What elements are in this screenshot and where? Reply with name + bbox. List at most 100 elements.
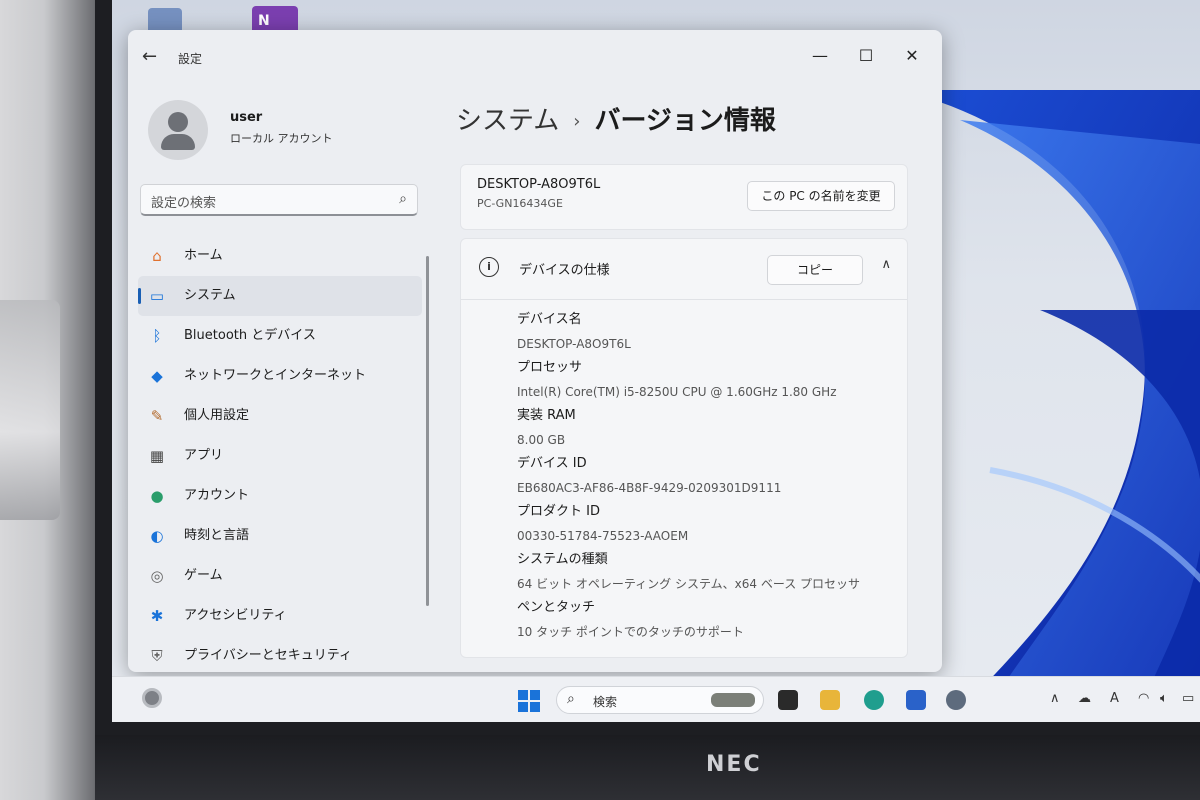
laptop-bottom-bezel [95, 735, 1200, 800]
battery-icon[interactable]: ▭ [1182, 691, 1194, 706]
spec-label: 実装 RAM [517, 408, 576, 423]
globe-icon: ◐ [150, 527, 164, 545]
sidebar-item-label: アクセシビリティ [184, 608, 287, 623]
device-specs-card: i デバイスの仕様 コピー ∧ デバイス名 DESKTOP-A8O9T6L プロセッ… [460, 238, 908, 658]
sidebar-item[interactable]: ◐ 時刻と言語 [138, 516, 422, 556]
settings-window: ← 設定 — ☐ ✕ user ローカル アカウント 設定の検索 ⌕ ⌂ ホーム ▭… [128, 30, 942, 672]
minimize-icon[interactable]: — [808, 46, 832, 65]
store-icon[interactable] [906, 690, 926, 710]
spec-label: デバイス名 [517, 312, 582, 327]
breadcrumb-parent[interactable]: システム [456, 106, 559, 136]
taskbar-search-label: 検索 [593, 695, 618, 709]
sidebar-item[interactable]: ● アカウント [138, 476, 422, 516]
screen: N ← 設定 — ☐ ✕ user ローカル アカウント 設定の検索 ⌕ ⌂ ホー… [112, 0, 1200, 722]
taskbar: ⌕ 検索 ∧ ☁ A ◠ 🔈︎ ▭ [112, 676, 1200, 722]
sidebar-item[interactable]: ᛒ Bluetooth とデバイス [138, 316, 422, 356]
spec-row: 実装 RAM 8.00 GB [517, 405, 897, 453]
sidebar-scrollbar[interactable] [426, 256, 429, 606]
apps-icon: ▦ [149, 447, 165, 465]
spec-value: 10 タッチ ポイントでのタッチのサポート [517, 625, 744, 639]
spec-value: 00330-51784-75523-AAOEM [517, 529, 689, 543]
spec-row: プロセッサ Intel(R) Core(TM) i5-8250U CPU @ 1.… [517, 357, 897, 405]
device-specs-header[interactable]: i デバイスの仕様 コピー ∧ [461, 239, 907, 300]
spec-row: システムの種類 64 ビット オペレーティング システム、x64 ベース プロセッ… [517, 549, 897, 597]
spec-label: プロセッサ [517, 360, 583, 375]
edge-icon[interactable] [864, 690, 884, 710]
shield-icon: ⛨ [151, 647, 163, 665]
copy-button[interactable]: コピー [767, 255, 863, 285]
start-icon[interactable] [518, 690, 540, 712]
sidebar-item[interactable]: ▭ システム [138, 276, 422, 316]
spec-value: 8.00 GB [517, 433, 566, 447]
gamepad-icon: ◎ [150, 567, 164, 585]
tray-chevron-icon[interactable]: ∧ [1050, 691, 1060, 706]
search-placeholder: 設定の検索 [151, 196, 217, 211]
sidebar-item[interactable]: ▦ アプリ [138, 436, 422, 476]
background-wall [0, 0, 110, 800]
system-icon: ▭ [149, 287, 165, 305]
spec-value: DESKTOP-A8O9T6L [517, 337, 631, 351]
laptop-brand-logo: NEC [706, 752, 762, 777]
account-type: ローカル アカウント [230, 132, 333, 145]
sidebar-nav: ⌂ ホーム ▭ システム ᛒ Bluetooth とデバイス ◆ ネットワークとインターネット… [138, 236, 422, 672]
info-icon: i [479, 257, 499, 277]
volume-icon[interactable]: 🔈︎ [1160, 691, 1168, 706]
search-icon: ⌕ [567, 691, 575, 707]
spec-row: デバイス名 DESKTOP-A8O9T6L [517, 309, 897, 357]
bluetooth-icon: ᛒ [152, 327, 162, 345]
sidebar-item[interactable]: ◆ ネットワークとインターネット [138, 356, 422, 396]
sidebar-item-label: ネットワークとインターネット [184, 368, 367, 383]
breadcrumb: システム › バージョン情報 [456, 100, 776, 137]
spec-value: EB680AC3-AF86-4B8F-9429-0209301D9111 [517, 481, 782, 495]
user-name: user [230, 110, 263, 125]
sidebar-item-label: ゲーム [184, 568, 223, 583]
spec-row: デバイス ID EB680AC3-AF86-4B8F-9429-0209301D9… [517, 453, 897, 501]
sidebar-item[interactable]: ✱ アクセシビリティ [138, 596, 422, 636]
device-specs-title: デバイスの仕様 [519, 263, 610, 278]
spec-label: ペンとタッチ [517, 600, 596, 615]
ime-indicator[interactable]: A [1110, 691, 1119, 706]
search-input[interactable]: 設定の検索 ⌕ [140, 184, 418, 216]
title-bar: ← 設定 — ☐ ✕ [128, 30, 942, 82]
widgets-icon[interactable] [142, 688, 162, 708]
rename-pc-button[interactable]: この PC の名前を変更 [747, 181, 895, 211]
cloud-icon[interactable]: ☁ [1078, 691, 1091, 706]
avatar [148, 100, 208, 160]
sidebar-item-label: アカウント [184, 488, 250, 503]
back-arrow-icon[interactable]: ← [142, 46, 157, 67]
chevron-right-icon: › [573, 111, 581, 132]
spec-value: 64 ビット オペレーティング システム、x64 ベース プロセッサ [517, 577, 861, 591]
spec-label: プロダクト ID [517, 504, 600, 519]
page-title: バージョン情報 [594, 106, 776, 136]
sidebar-item[interactable]: ⌂ ホーム [138, 236, 422, 276]
wifi-icon: ◆ [151, 367, 163, 385]
wifi-icon[interactable]: ◠ [1138, 691, 1149, 706]
task-view-icon[interactable] [778, 690, 798, 710]
brush-icon: ✎ [150, 407, 164, 425]
home-icon: ⌂ [152, 247, 162, 265]
close-icon[interactable]: ✕ [900, 46, 924, 65]
chevron-up-icon[interactable]: ∧ [881, 257, 891, 272]
sidebar-item[interactable]: ✎ 個人用設定 [138, 396, 422, 436]
pc-name: DESKTOP-A8O9T6L [477, 177, 601, 192]
pc-model: PC-GN16434GE [477, 197, 563, 210]
maximize-icon[interactable]: ☐ [854, 46, 878, 65]
sidebar-item-label: 個人用設定 [184, 408, 250, 423]
sidebar-item[interactable]: ⛨ プライバシーとセキュリティ [138, 636, 422, 672]
laptop-edge [0, 300, 60, 520]
settings-gear-icon[interactable] [946, 690, 966, 710]
sidebar-item-label: システム [184, 288, 236, 303]
accessibility-icon: ✱ [150, 607, 164, 625]
account-icon: ● [150, 487, 164, 505]
pc-name-card: DESKTOP-A8O9T6L PC-GN16434GE この PC の名前を変… [460, 164, 908, 230]
search-icon: ⌕ [399, 191, 407, 207]
search-highlight-image [711, 693, 755, 707]
file-explorer-icon[interactable] [820, 690, 840, 710]
spec-list: デバイス名 DESKTOP-A8O9T6L プロセッサ Intel(R) Core(T… [517, 309, 897, 645]
sidebar-item[interactable]: ◎ ゲーム [138, 556, 422, 596]
taskbar-search[interactable]: ⌕ 検索 [556, 686, 764, 714]
active-indicator [138, 288, 141, 304]
spec-label: システムの種類 [517, 552, 608, 567]
sidebar-item-label: ホーム [184, 248, 223, 263]
sidebar-item-label: プライバシーとセキュリティ [184, 648, 352, 663]
